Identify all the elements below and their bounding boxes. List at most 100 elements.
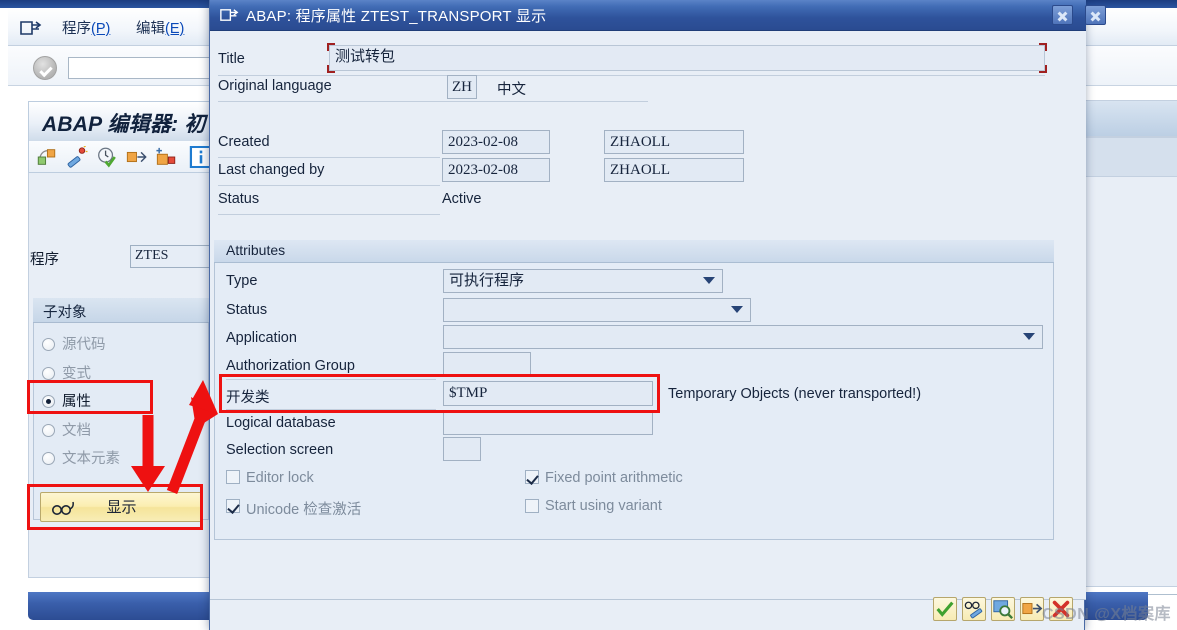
glasses-display-icon (52, 501, 74, 515)
chevron-down-icon[interactable] (731, 306, 743, 313)
page-title: ABAP 编辑器: 初 (42, 113, 206, 136)
start-using-variant-label: Start using variant (545, 498, 662, 514)
sidebar-item-attributes[interactable]: 属性 (42, 390, 91, 411)
confirm-check-icon[interactable] (933, 597, 957, 621)
focus-mark (327, 43, 335, 51)
title-input[interactable]: 测试转包 (329, 45, 1045, 71)
radio-icon (42, 424, 55, 437)
check-syntax-icon[interactable] (95, 146, 118, 168)
fixed-point-arithmetic-label: Fixed point arithmetic (545, 470, 683, 486)
watermark: CSDN @X档案库 (1041, 606, 1171, 623)
chevron-down-icon[interactable] (703, 277, 715, 284)
sidebar-item-variants[interactable]: 变式 (42, 362, 91, 383)
check-glyph (936, 601, 954, 617)
label-logical-database: Logical database (226, 415, 336, 431)
unicode-check-active-label: Unicode 检查激活 (246, 502, 362, 518)
window-list-icon[interactable] (20, 20, 42, 36)
menu-item-program-accel: (P) (91, 21, 111, 37)
row-divider (218, 75, 1045, 76)
label-authorization-group: Authorization Group (226, 358, 355, 374)
focus-mark (1039, 43, 1047, 51)
close-icon[interactable] (1085, 5, 1106, 25)
display-change-icon[interactable] (962, 597, 986, 621)
authorization-group-input[interactable] (443, 352, 531, 376)
fixed-point-arithmetic-checkbox[interactable] (525, 470, 539, 484)
activate-icon[interactable] (125, 146, 148, 168)
row-divider (218, 101, 648, 102)
label-status: Status (218, 191, 260, 207)
menu-item-program[interactable]: 程序(P) (62, 17, 110, 38)
magnifier-grid-glyph (993, 600, 1014, 620)
program-label: 程序 (30, 252, 59, 268)
focus-mark (1039, 65, 1047, 73)
export-arrow-glyph (1022, 603, 1043, 615)
sidebar-item-documentation[interactable]: 文档 (42, 419, 91, 440)
development-class-input[interactable]: $TMP (443, 381, 653, 406)
label-application: Application (226, 330, 297, 346)
sidebar-item-text-elements[interactable]: 文本元素 (42, 447, 120, 468)
selection-screen-input[interactable] (443, 437, 481, 461)
row-divider (226, 409, 436, 410)
dialog-title: ABAP: 程序属性 ZTEST_TRANSPORT 显示 (246, 8, 547, 25)
radio-icon (42, 452, 55, 465)
transport-icon[interactable] (1020, 597, 1044, 621)
sidebar-item-text-elements-label: 文本元素 (62, 451, 120, 467)
sidebar-item-documentation-label: 文档 (62, 423, 91, 439)
row-divider (218, 157, 440, 158)
label-title: Title (218, 51, 245, 67)
start-using-variant-checkbox[interactable] (525, 499, 539, 513)
logical-database-input[interactable] (443, 411, 653, 435)
last-changed-by-input[interactable]: ZHAOLL (604, 158, 744, 182)
bg-fragment-panel-2 (1085, 137, 1177, 177)
menu-item-edit-accel: (E) (165, 21, 185, 37)
type-dropdown[interactable]: 可执行程序 (443, 269, 723, 293)
radio-icon (42, 367, 55, 380)
label-development-class: 开发类 (226, 390, 270, 406)
row-divider (218, 214, 440, 215)
label-attr-status: Status (226, 302, 268, 318)
last-changed-date-input[interactable]: 2023-02-08 (442, 158, 550, 182)
insert-element-icon[interactable] (155, 146, 178, 168)
focus-mark (327, 65, 335, 73)
subobject-group-title: 子对象 (33, 298, 209, 323)
pretty-printer-icon[interactable] (65, 146, 88, 168)
chevron-down-icon[interactable] (1023, 333, 1035, 340)
radio-icon (42, 338, 55, 351)
sidebar-item-source-code-label: 源代码 (62, 337, 106, 353)
object-navigator-icon[interactable] (35, 146, 58, 168)
unicode-check-active-checkbox[interactable] (226, 499, 240, 513)
application-dropdown[interactable] (443, 325, 1043, 349)
attr-status-dropdown[interactable] (443, 298, 751, 322)
created-by-input[interactable]: ZHAOLL (604, 130, 744, 154)
label-selection-screen: Selection screen (226, 442, 334, 458)
attributes-group-title: Attributes (214, 240, 1054, 263)
label-created: Created (218, 134, 270, 150)
label-type: Type (226, 273, 258, 289)
original-language-text: 中文 (497, 82, 526, 98)
label-original-language: Original language (218, 78, 332, 94)
original-language-input[interactable]: ZH (447, 75, 477, 99)
bg-fragment-panel-3 (1085, 177, 1177, 587)
sidebar-item-source-code[interactable]: 源代码 (42, 333, 106, 354)
row-divider (226, 379, 436, 380)
display-button[interactable]: 显示 (40, 492, 203, 522)
bg-fragment-panel-1 (1085, 100, 1177, 137)
development-class-hint: Temporary Objects (never transported!) (668, 386, 922, 402)
status-value: Active (442, 191, 482, 207)
sidebar-item-attributes-label: 属性 (62, 394, 91, 410)
created-date-input[interactable]: 2023-02-08 (442, 130, 550, 154)
ok-check-icon[interactable] (33, 56, 57, 80)
radio-icon-selected (42, 395, 55, 408)
sidebar-item-variants-label: 变式 (62, 366, 91, 382)
row-divider (218, 185, 440, 186)
close-icon[interactable] (1052, 5, 1073, 25)
window-list-icon (220, 9, 239, 21)
where-used-icon[interactable] (991, 597, 1015, 621)
glasses-pencil-glyph (964, 601, 983, 619)
editor-lock-label: Editor lock (246, 470, 314, 486)
display-button-label: 显示 (106, 499, 137, 516)
menu-item-edit-label: 编辑 (136, 21, 165, 37)
editor-lock-checkbox[interactable] (226, 470, 240, 484)
menu-item-edit[interactable]: 编辑(E) (136, 17, 184, 38)
menu-item-program-label: 程序 (62, 21, 91, 37)
